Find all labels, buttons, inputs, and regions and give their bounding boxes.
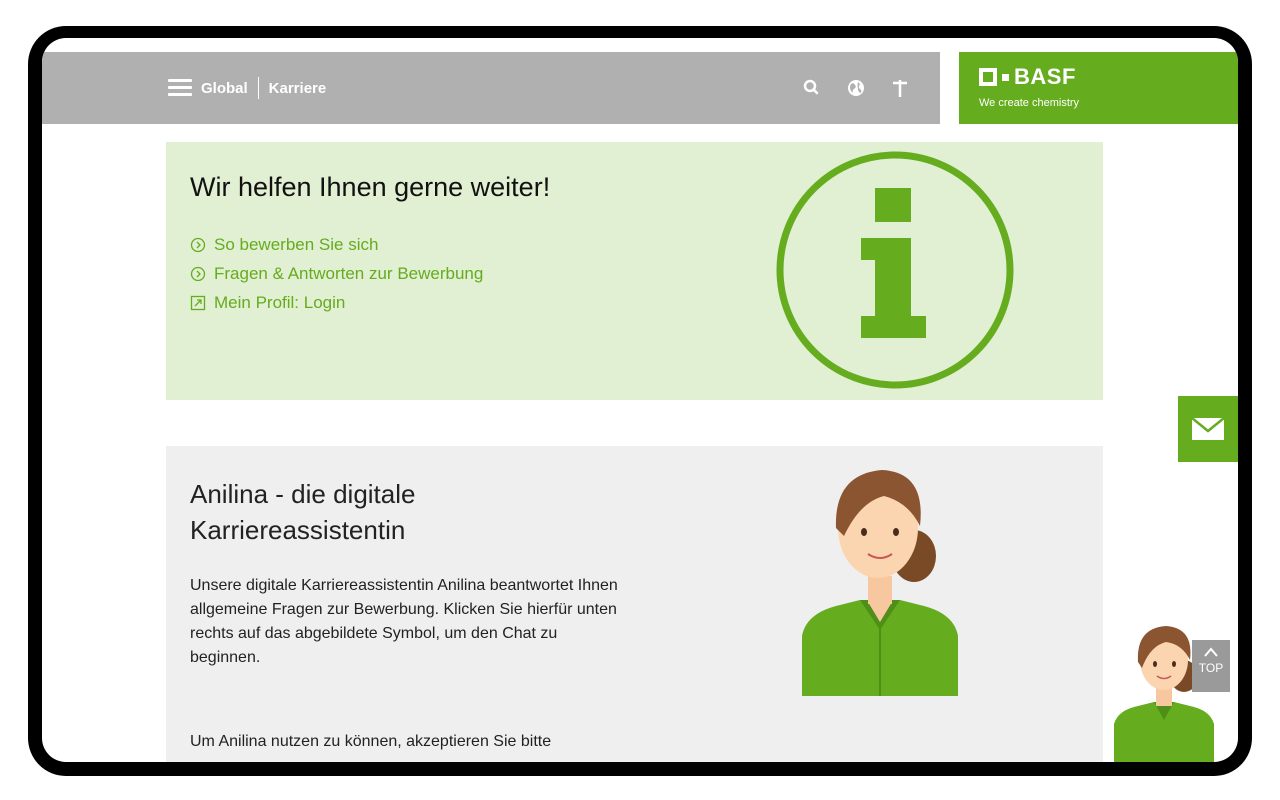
info-graphic — [758, 142, 1103, 400]
help-panel: Wir helfen Ihnen gerne weiter! So bewerb… — [166, 142, 1103, 400]
basf-logo[interactable]: BASF We create chemistry — [959, 52, 1238, 124]
help-panel-title: Wir helfen Ihnen gerne weiter! — [190, 172, 551, 202]
top-navigation-bar: Global Karriere — [42, 52, 940, 124]
anilina-avatar-image — [646, 446, 1103, 706]
browser-viewport: Global Karriere BASF We create chemistry… — [42, 38, 1238, 762]
breadcrumb: Global Karriere — [201, 77, 326, 99]
anilina-title: Anilina - die digitale Karriereassistent… — [190, 479, 416, 545]
link-mein-profil[interactable]: Mein Profil: Login — [190, 288, 483, 317]
logo-dot — [1002, 73, 1009, 81]
nav-karriere-link[interactable]: Karriere — [269, 80, 327, 97]
link-label: So bewerben Sie sich — [214, 234, 379, 254]
chevron-up-icon — [1204, 647, 1218, 657]
mail-icon — [1191, 417, 1225, 440]
nav-separator — [257, 77, 259, 99]
circle-chevron-icon — [190, 237, 206, 252]
anilina-consent-text: Um Anilina nutzen zu können, akzeptieren… — [190, 733, 552, 750]
menu-icon[interactable] — [168, 79, 192, 97]
device-frame: Global Karriere BASF We create chemistry… — [28, 26, 1252, 776]
anilina-panel: Anilina - die digitale Karriereassistent… — [166, 446, 1103, 762]
logo-mark: BASF — [979, 64, 1076, 90]
link-fragen-antworten[interactable]: Fragen & Antworten zur Bewerbung — [190, 259, 483, 288]
search-icon[interactable] — [802, 78, 822, 98]
globe-icon[interactable] — [846, 78, 866, 98]
help-links: So bewerben Sie sich Fragen & Antworten … — [190, 230, 483, 317]
logo-text: BASF — [1014, 64, 1076, 89]
contact-mail-button[interactable] — [1178, 396, 1238, 462]
anilina-illustration — [646, 446, 1103, 706]
logo-square — [979, 68, 997, 86]
link-so-bewerben[interactable]: So bewerben Sie sich — [190, 230, 483, 259]
info-icon — [758, 142, 1103, 400]
scroll-to-top-button[interactable]: TOP — [1192, 640, 1230, 692]
top-label: TOP — [1198, 661, 1224, 675]
external-link-icon — [190, 295, 206, 310]
logo-tagline: We create chemistry — [979, 97, 1080, 109]
circle-chevron-icon — [190, 266, 206, 281]
nav-global-link[interactable]: Global — [201, 80, 248, 97]
accessibility-icon[interactable] — [890, 78, 910, 98]
link-label: Mein Profil: Login — [214, 292, 346, 312]
link-label: Fragen & Antworten zur Bewerbung — [214, 263, 484, 283]
anilina-description: Unsere digitale Karriereassistentin Anil… — [190, 577, 618, 666]
